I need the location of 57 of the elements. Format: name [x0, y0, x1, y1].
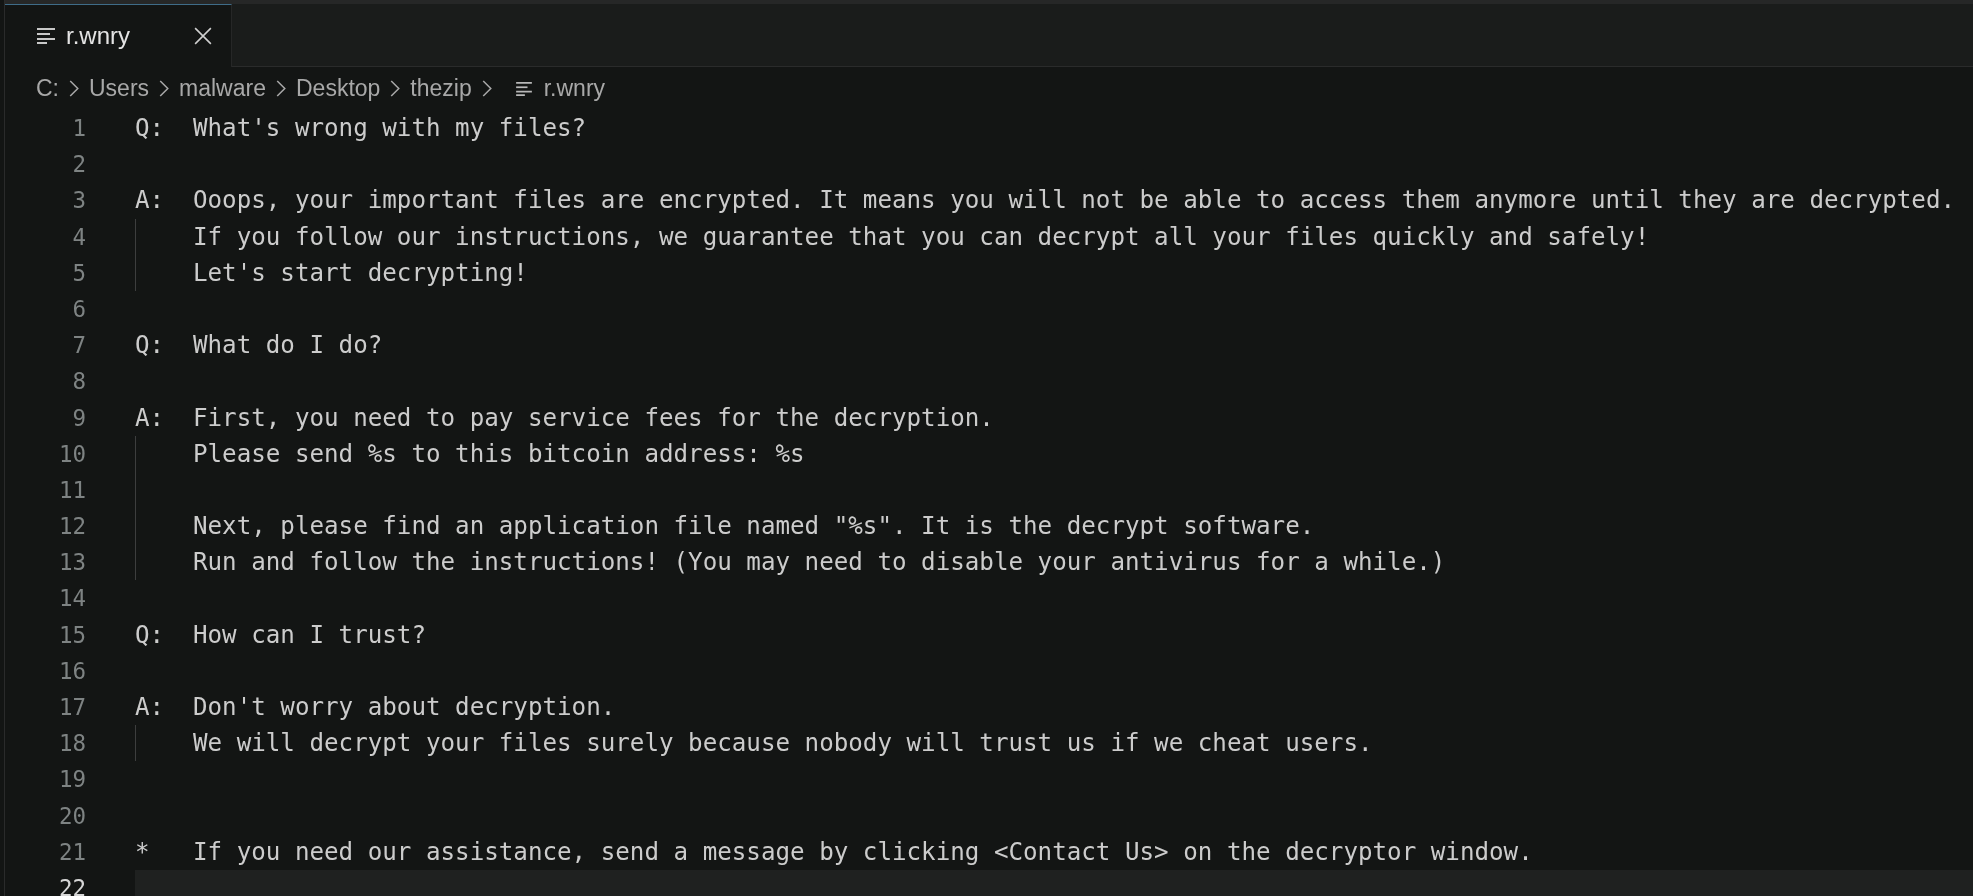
- line-prefix: A:: [135, 402, 165, 434]
- line-number: 5: [72, 258, 86, 288]
- line-number: 21: [58, 837, 86, 867]
- code-line: Run and follow the instructions! (You may need to disable your antivirus for a while.): [193, 547, 1446, 579]
- breadcrumb-item[interactable]: r.wnry: [515, 75, 606, 102]
- line-number: 6: [72, 294, 86, 324]
- editor-tab[interactable]: r.wnry: [5, 4, 232, 67]
- line-prefix: A:: [135, 692, 165, 723]
- code-line: Please send %s to this bitcoin address: %s: [193, 438, 805, 470]
- code-line: What do I do?: [193, 330, 383, 362]
- line-prefix: Q:: [135, 113, 165, 144]
- line-number: 19: [58, 765, 86, 795]
- line-number: 1: [72, 114, 86, 143]
- chevron-right-icon: [481, 80, 492, 97]
- line-number: 4: [72, 222, 86, 252]
- chevron-right-icon: [390, 80, 401, 97]
- line-number: 15: [58, 620, 86, 650]
- breadcrumb-item[interactable]: Users: [89, 75, 150, 102]
- line-prefix: A:: [135, 185, 165, 217]
- line-prefix: Q:: [135, 619, 165, 651]
- chevron-right-icon: [69, 80, 79, 97]
- breadcrumb-item[interactable]: malware: [179, 75, 266, 102]
- breadcrumb-item[interactable]: thezip: [410, 75, 472, 102]
- code-line: Next, please find an application file named "%s". It is the decrypt software.: [193, 511, 1315, 543]
- breadcrumb-item[interactable]: C:: [36, 75, 59, 102]
- code-line: We will decrypt your files surely because nobody will trust us if we cheat users.: [193, 728, 1373, 760]
- code-line: If you need our assistance, send a message by clicking <Contact Us> on the decryptor window.: [193, 836, 1533, 868]
- code-line: If you follow our instructions, we guarantee that you can decrypt all your files quickly and safely!: [193, 221, 1650, 253]
- line-number: 7: [72, 331, 86, 361]
- chevron-right-icon: [276, 80, 286, 97]
- code-line: What's wrong with my files?: [193, 113, 587, 144]
- line-number: 16: [58, 656, 86, 686]
- line-number: 12: [58, 512, 86, 542]
- line-number: 2: [72, 150, 86, 180]
- line-number: 22: [58, 873, 86, 896]
- line-prefix: *: [135, 836, 150, 868]
- close-icon: [194, 27, 212, 45]
- line-number: 10: [58, 439, 86, 469]
- code-line: First, you need to pay service fees for the decryption.: [193, 402, 994, 434]
- text-lines-icon: [37, 28, 55, 44]
- line-number: 20: [58, 801, 86, 831]
- line-number: 13: [58, 548, 86, 578]
- line-number: 17: [58, 693, 86, 722]
- chevron-right-icon: [159, 80, 170, 97]
- text-lines-icon: [515, 81, 532, 96]
- line-prefix: Q:: [135, 330, 165, 362]
- code-line: Let's start decrypting!: [193, 257, 528, 289]
- breadcrumb-item[interactable]: Desktop: [296, 75, 381, 102]
- line-number: 11: [58, 475, 86, 505]
- code-line: How can I trust?: [193, 619, 426, 651]
- line-number: 9: [72, 403, 86, 433]
- line-number: 18: [58, 729, 86, 759]
- line-number: 8: [72, 367, 86, 397]
- code-line: Don't worry about decryption.: [193, 692, 616, 723]
- code-line: Ooops, your important files are encrypted. It means you will not be able to access them anymore until they are decrypted.: [193, 185, 1955, 217]
- line-number: 14: [58, 584, 86, 614]
- line-number: 3: [72, 186, 86, 216]
